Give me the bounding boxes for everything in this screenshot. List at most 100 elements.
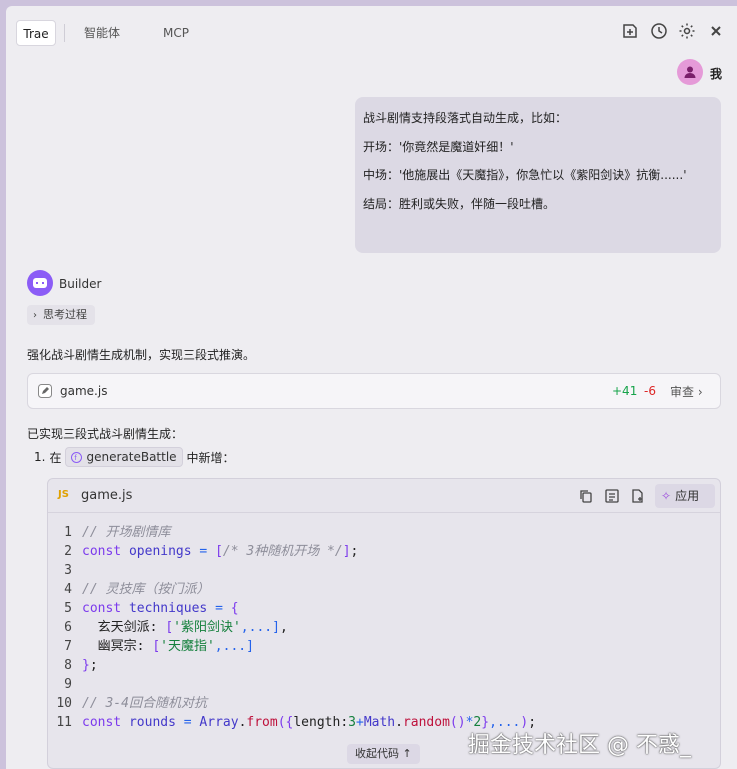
symbol-chip[interactable]: f generateBattle — [65, 447, 183, 467]
tab-divider — [64, 24, 65, 42]
code-token: // 开场剧情库 — [82, 525, 171, 540]
line-number: 2 — [64, 544, 72, 559]
builder-avatar — [27, 270, 53, 296]
arrow-up-icon: ↑ — [402, 747, 412, 760]
file-change-card[interactable]: game.js +41 -6 审查 › — [27, 373, 721, 409]
code-line: 7 幽冥宗: ['天魔指',...] — [48, 637, 720, 656]
copy-icon[interactable] — [578, 488, 594, 504]
apply-label: 应用 — [675, 489, 700, 503]
code-token: , — [279, 620, 288, 635]
code-token: '紫阳剑诀' — [173, 620, 241, 635]
line-number: 5 — [64, 601, 72, 616]
step-prefix: 在 — [49, 450, 62, 465]
code-line: 4 // 灵技库（按门派） — [48, 580, 720, 599]
new-chat-icon[interactable] — [620, 21, 640, 41]
code-token: = — [175, 715, 200, 730]
line-number: 11 — [56, 715, 72, 730]
code-token: ,...] — [240, 620, 280, 635]
user-message-bubble: 战斗剧情支持段落式自动生成，比如： 开场：'你竟然是魔道奸细！' 中场：'他施展… — [355, 97, 721, 253]
code-block: JS game.js ✧ 应用 1 // 开场剧情库 2 const openings … — [47, 478, 721, 769]
insert-icon[interactable] — [604, 488, 620, 504]
code-token: ; — [350, 544, 359, 559]
line-number: 1 — [64, 525, 72, 540]
line-number: 3 — [64, 563, 72, 578]
tab-trae[interactable]: Trae — [16, 20, 56, 46]
line-number: 10 — [56, 696, 72, 711]
code-line: 6 玄天剑派: ['紫阳剑诀',...], — [48, 618, 720, 637]
code-token: { — [230, 601, 239, 616]
line-number: 4 — [64, 582, 72, 597]
header: Trae 智能体 MCP — [6, 6, 737, 56]
code-token: /* 3种随机开场 */ — [222, 544, 343, 559]
code-line: 9 — [48, 675, 720, 694]
code-filename: game.js — [81, 488, 133, 503]
function-icon: f — [71, 451, 83, 463]
close-icon[interactable] — [706, 21, 726, 41]
user-message-line: 战斗剧情支持段落式自动生成，比如： — [363, 111, 568, 125]
thinking-label: 思考过程 — [43, 308, 87, 321]
code-token: . — [238, 715, 247, 730]
code-lines: 1// 开场剧情库 2 const openings = [/* 3种随机开场 */… — [48, 523, 720, 732]
code-token: [ — [165, 620, 174, 635]
user-name: 我 — [710, 67, 723, 81]
thinking-toggle[interactable]: › 思考过程 — [27, 305, 95, 325]
file-edit-icon — [38, 384, 52, 398]
review-label: 审查 — [670, 385, 695, 399]
code-token: ,...] — [214, 639, 254, 654]
step-number: 1. — [34, 450, 46, 464]
chevron-right-icon: › — [697, 385, 703, 399]
review-button[interactable]: 审查 › — [666, 382, 707, 401]
code-token: ] — [342, 544, 351, 559]
code-line: 10 // 3-4回合随机对抗 — [48, 694, 720, 713]
tab-mcp[interactable]: MCP — [163, 20, 189, 46]
collapse-label: 收起代码 — [355, 747, 399, 760]
code-token: + — [355, 715, 364, 730]
code-line: 1 // 开场剧情库 — [48, 523, 720, 542]
code-token: [ — [215, 544, 223, 559]
result-heading: 已实现三段式战斗剧情生成： — [27, 427, 184, 441]
history-icon[interactable] — [649, 21, 669, 41]
apply-button[interactable]: ✧ 应用 — [655, 484, 715, 508]
code-token: Math — [363, 715, 396, 730]
code-token: 幽冥宗: — [82, 639, 153, 654]
code-token: length: — [293, 715, 349, 730]
user-message-line: 中场：'他施展出《天魔指》，你急忙以《紫阳剑诀》抗衡......' — [363, 168, 687, 182]
magic-wand-icon: ✧ — [661, 489, 672, 503]
watermark: 掘金技术社区 @ 不惑_ — [468, 733, 691, 758]
code-line: 3 — [48, 561, 720, 580]
code-line: 8}; — [48, 656, 720, 675]
user-icon — [684, 66, 696, 78]
js-file-icon: JS — [58, 489, 69, 500]
code-token: } — [82, 658, 90, 673]
code-line: 5 const techniques = { — [48, 599, 720, 618]
line-number: 8 — [64, 658, 72, 673]
code-token: ; — [89, 658, 98, 673]
assistant-name: Builder — [59, 277, 102, 291]
step-suffix: 中新增： — [186, 450, 235, 465]
user-message-line: 结局：胜利或失败，伴随一段吐槽。 — [363, 196, 556, 211]
robot-icon — [33, 278, 47, 288]
code-token: // 3-4回合随机对抗 — [82, 696, 207, 711]
symbol-name: generateBattle — [86, 450, 177, 464]
step-item: 1. 在 f generateBattle 中新增： — [34, 446, 235, 468]
code-token: const — [82, 601, 129, 616]
code-token: techniques — [128, 601, 208, 616]
user-message-line: 开场：'你竟然是魔道奸细！' — [363, 139, 514, 154]
code-token: openings — [128, 544, 192, 559]
line-number: 9 — [64, 677, 72, 692]
code-token: // 灵技库（按门派） — [82, 582, 210, 597]
new-file-icon[interactable] — [630, 488, 646, 504]
tab-agents[interactable]: 智能体 — [84, 20, 120, 46]
code-token: from — [246, 715, 278, 730]
code-line: 2 const openings = [/* 3种随机开场 */]; — [48, 542, 720, 561]
code-token: = — [191, 544, 216, 559]
collapse-code-button[interactable]: 收起代码 ↑ — [347, 744, 420, 764]
additions-count: +41 — [612, 384, 638, 398]
code-token: Array — [199, 715, 239, 730]
code-token: () — [449, 715, 466, 730]
settings-icon[interactable] — [677, 21, 697, 41]
deletions-count: -6 — [644, 384, 656, 398]
code-token: [ — [152, 639, 161, 654]
code-token: 玄天剑派: — [82, 620, 166, 635]
code-token: = — [207, 601, 231, 616]
